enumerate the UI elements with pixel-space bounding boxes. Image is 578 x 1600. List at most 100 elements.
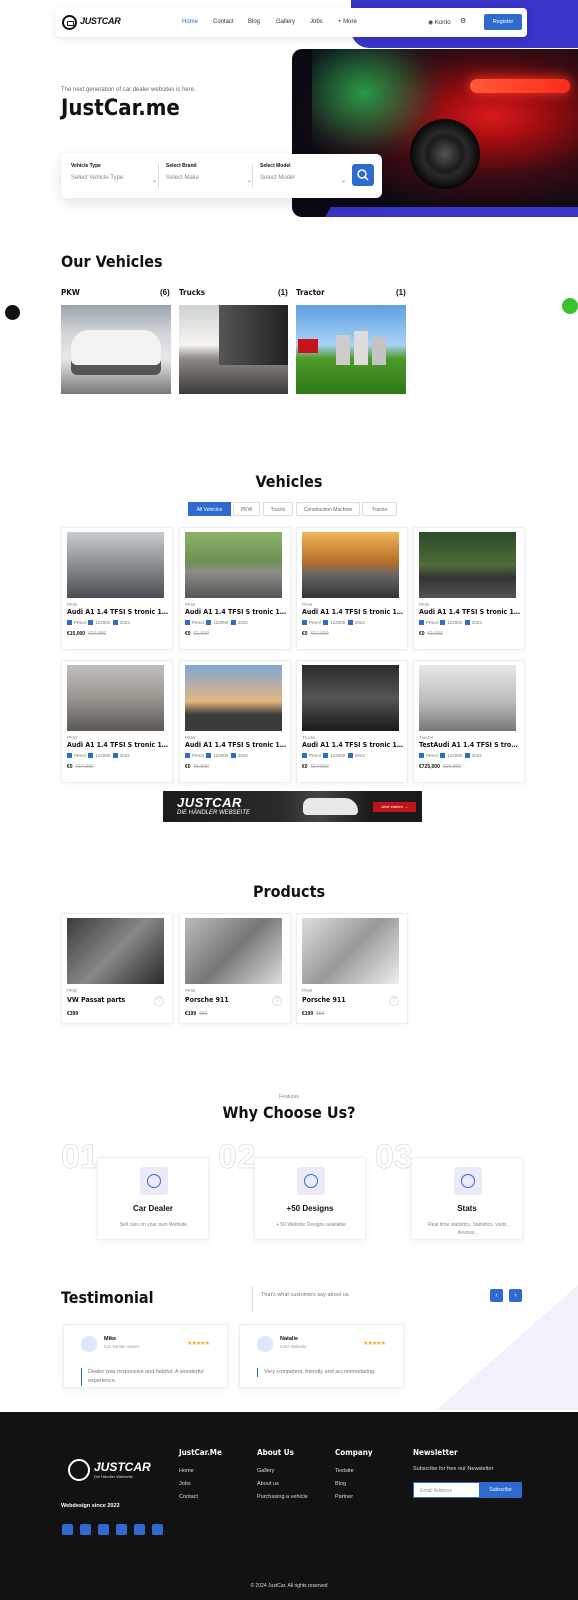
prev-arrow-icon[interactable]: ‹ [490,1289,503,1302]
youtube-icon[interactable] [152,1524,163,1535]
vehicle-price: €725,000 €10,000 [419,764,461,770]
linkedin-icon[interactable] [134,1524,145,1535]
heart-icon[interactable]: ♡ [154,996,164,1006]
speedometer-icon [323,753,329,758]
fuel-icon [419,753,424,758]
tab-construction-machine[interactable]: Construction Machine [296,502,360,516]
vehicle-specs: Petrol 122000 2022 [67,620,130,625]
footer-logo[interactable]: JUSTCAR [94,1460,151,1474]
search-button[interactable] [352,164,374,186]
model-select[interactable]: Select Model Select Model ⌄ [260,163,346,184]
email-icon[interactable] [116,1524,127,1535]
category-pkw-count: (6) [160,288,170,297]
category-trucks-count: (1) [278,288,288,297]
logo-icon[interactable] [62,15,77,30]
subscribe-button[interactable]: Subscribe [479,1482,522,1498]
speedometer-icon [440,753,446,758]
footer-link-purchasing[interactable]: Purchasing a vehicle [257,1494,308,1500]
vehicle-card[interactable]: PKWAudi A1 1.4 TFSI S tronic 185PS... Pet… [61,527,173,650]
nav-account[interactable]: ◉ Konto [428,19,451,26]
vehicle-name[interactable]: Audi A1 1.4 TFSI S tronic 185PS... [302,741,404,749]
vehicle-name[interactable]: Audi A1 1.4 TFSI S tronic 185PS... [185,608,287,616]
heart-icon[interactable]: ♡ [389,996,399,1006]
product-card[interactable]: PKW VW Passat parts ♡ €399 [61,913,173,1024]
heart-icon[interactable]: ♡ [272,996,282,1006]
footer-link-partner[interactable]: Partner [335,1494,353,1500]
vehicle-specs: Petrol 122000 2022 [302,753,365,758]
product-image[interactable] [185,918,282,984]
vehicle-card[interactable]: TrucksAudi A1 1.4 TFSI S tronic 185PS...… [296,660,408,783]
accessibility-icon[interactable] [5,305,20,320]
vehicle-name[interactable]: Audi A1 1.4 TFSI S tronic 185PS... [67,741,169,749]
vehicle-image[interactable] [185,532,282,598]
banner-cta-button[interactable]: Jetzt starten → [373,802,416,812]
brand-select[interactable]: Select Brand Select Make ⌄ [166,163,252,184]
vehicle-card[interactable]: PKWAudi A1 1.4 TFSI S tronic 185PS... Pet… [179,527,291,650]
vehicle-name[interactable]: Audi A1 1.4 TFSI S tronic 185PS... [419,608,521,616]
vehicle-card[interactable]: PKWAudi A1 1.4 TFSI S tronic 185PS... Pet… [296,527,408,650]
instagram-icon[interactable] [62,1524,73,1535]
nav-home[interactable]: Home [182,19,198,25]
promo-banner[interactable]: JUSTCAR DIE HÄNDLER WEBSEITE Jetzt start… [163,791,422,822]
calendar-icon [347,620,353,625]
vehicle-image[interactable] [302,665,399,731]
tab-pkw[interactable]: PKW [233,502,260,516]
banner-car-image [303,798,358,815]
footer-link-jobs[interactable]: Jobs [179,1481,191,1487]
nav-more[interactable]: + More [338,19,357,25]
category-tractor-label[interactable]: Tractor [296,288,325,297]
footer-logo-icon[interactable] [68,1459,90,1481]
vehicle-image[interactable] [419,532,516,598]
nav-jobs[interactable]: Jobs [310,19,323,25]
vehicle-image[interactable] [67,532,164,598]
footer-link-about[interactable]: About us [257,1481,279,1487]
tab-trucks[interactable]: Trucks [263,502,293,516]
category-pkw-label[interactable]: PKW [61,288,80,297]
product-card[interactable]: PKW Porsche 911 ♡ €199 €59 [296,913,408,1024]
vehicle-name[interactable]: Audi A1 1.4 TFSI S tronic 185PS... [185,741,287,749]
category-tractor-image[interactable] [296,305,406,394]
vehicle-image[interactable] [302,532,399,598]
product-name[interactable]: Porsche 911 [185,996,229,1004]
footer-link-contact[interactable]: Contact [179,1494,198,1500]
twitter-icon[interactable] [98,1524,109,1535]
footer-link-testsite[interactable]: Testsite [335,1468,354,1474]
nav-blog[interactable]: Blog [248,19,260,25]
nav-contact[interactable]: Contact [213,19,234,25]
footer-link-blog[interactable]: Blog [335,1481,346,1487]
product-name[interactable]: VW Passat parts [67,996,125,1004]
register-button[interactable]: Register [484,14,522,30]
tab-all-vehicles[interactable]: All Vehicles [188,502,231,516]
product-card[interactable]: PKW Porsche 911 ♡ €199 €59 [179,913,291,1024]
nav-gallery[interactable]: Gallery [276,19,295,25]
product-image[interactable] [302,918,399,984]
speedometer-icon [88,753,94,758]
tab-tractor[interactable]: Tractor [362,502,397,516]
category-pkw-image[interactable] [61,305,171,394]
vehicle-card[interactable]: Tractor TestAudi A1 1.4 TFSI S tronic... P… [413,660,525,783]
vehicle-image[interactable] [419,665,516,731]
checkbox-icon [297,1167,325,1195]
footer-link-gallery[interactable]: Gallery [257,1468,274,1474]
vehicle-name[interactable]: TestAudi A1 1.4 TFSI S tronic... [419,741,521,749]
vehicle-type-select[interactable]: Vehicle Type Select Vehicle Type ⌄ [71,163,157,184]
product-name[interactable]: Porsche 911 [302,996,346,1004]
logo[interactable]: JUSTCAR [80,16,121,26]
vehicle-card[interactable]: PKWAudi A1 1.4 TFSI S tronic 185PS... Pet… [61,660,173,783]
category-trucks-image[interactable] [179,305,288,394]
calendar-icon [347,753,353,758]
chat-icon[interactable] [562,298,578,314]
product-image[interactable] [67,918,164,984]
newsletter-text: Subscribe for free our Newsletter [413,1466,494,1472]
vehicle-name[interactable]: Audi A1 1.4 TFSI S tronic 185PS... [67,608,169,616]
next-arrow-icon[interactable]: › [509,1289,522,1302]
vehicle-image[interactable] [185,665,282,731]
vehicle-card[interactable]: PKWAudi A1 1.4 TFSI S tronic 185PS... Pet… [413,527,525,650]
footer-link-home[interactable]: Home [179,1468,194,1474]
vehicle-card[interactable]: PKWAudi A1 1.4 TFSI S tronic 185PS... Pet… [179,660,291,783]
facebook-icon[interactable] [80,1524,91,1535]
category-trucks-label[interactable]: Trucks [179,288,205,297]
settings-icon[interactable]: ⚙ [460,17,466,25]
vehicle-image[interactable] [67,665,164,731]
vehicle-name[interactable]: Audi A1 1.4 TFSI S tronic 185PS... [302,608,404,616]
